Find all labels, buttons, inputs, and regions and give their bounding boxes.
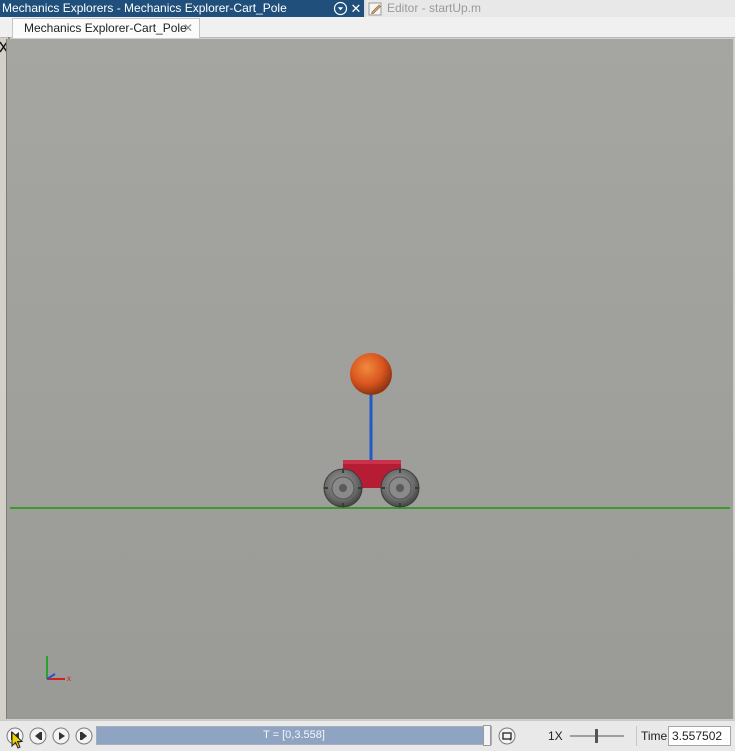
scene-canvas[interactable]: x [7, 39, 733, 719]
wheel-right [380, 468, 420, 508]
time-input[interactable] [668, 726, 731, 746]
progress-thumb[interactable] [483, 725, 491, 746]
mechanics-viewport[interactable]: x [6, 39, 734, 719]
tab-label: Mechanics Explorer-Cart_Pole [24, 21, 187, 35]
axes-triad: x [46, 656, 71, 683]
window-title: Mechanics Explorers - Mechanics Explorer… [2, 1, 287, 15]
active-window-title[interactable]: Mechanics Explorers - Mechanics Explorer… [0, 0, 364, 17]
window-titlebar: Mechanics Explorers - Mechanics Explorer… [0, 0, 735, 17]
pole-mass-ball [350, 353, 392, 395]
divider [636, 726, 637, 746]
play-icon[interactable] [52, 727, 70, 745]
progress-label: T = [0,3.558] [263, 729, 325, 741]
step-back-icon[interactable] [29, 727, 47, 745]
playback-bar: T = [0,3.558] 1X Time [0, 720, 735, 751]
step-forward-icon[interactable] [75, 727, 93, 745]
loop-icon[interactable] [498, 727, 516, 745]
pencil-icon [368, 2, 382, 16]
dropdown-circle-icon[interactable] [333, 1, 348, 16]
document-tab-strip: Mechanics Explorer-Cart_Pole ✕ [0, 17, 735, 51]
editor-tab[interactable]: Editor - startUp.m [366, 0, 735, 17]
playback-rate-slider[interactable] [568, 727, 626, 745]
wheel-left [323, 468, 363, 508]
playback-progress-bar[interactable]: T = [0,3.558] [96, 726, 492, 745]
editor-tab-label: Editor - startUp.m [387, 1, 482, 15]
tab-cart-pole[interactable]: Mechanics Explorer-Cart_Pole ✕ [12, 18, 200, 38]
close-tab-icon[interactable]: ✕ [183, 19, 193, 37]
close-window-button[interactable]: ✕ [350, 1, 362, 16]
playback-rate-label: 1X [548, 729, 563, 743]
mouse-cursor-icon [11, 731, 24, 749]
time-label: Time [641, 729, 668, 743]
triad-x-label: x [67, 674, 71, 683]
cart-body-top [343, 460, 401, 464]
